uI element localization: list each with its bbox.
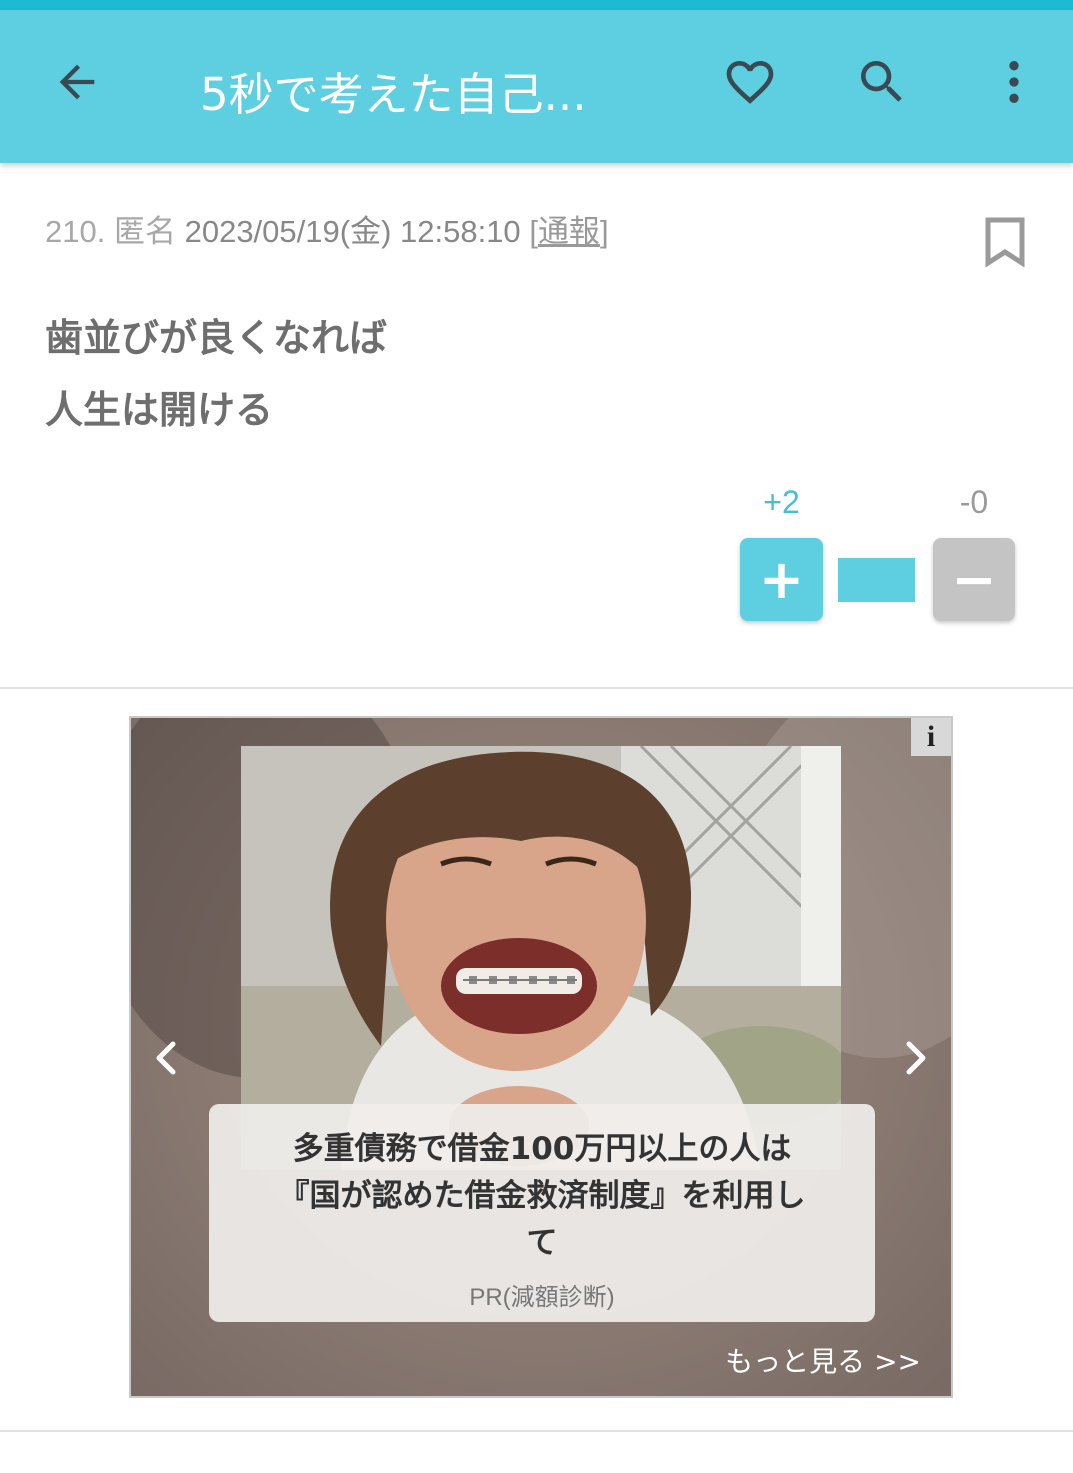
post-author: 匿名 [113,214,176,249]
status-strip [0,0,1073,10]
ad-banner[interactable]: i 多重債務で借金100万円以上の人は 『国が認めた借金救済制度』を利用し て … [129,716,953,1398]
post-body-line: 人生は開ける [45,388,274,432]
bookmark-button[interactable] [983,217,1027,268]
chevron-left-icon [156,1041,176,1075]
post-number: 210. [45,214,106,249]
minus-vote-button[interactable]: − [933,538,1015,621]
page-title: 5秒で考えた自己... [200,68,587,121]
ad-caption[interactable]: 多重債務で借金100万円以上の人は 『国が認めた借金救済制度』を利用し て PR… [209,1104,875,1322]
ad-headline-line: 『国が認めた借金救済制度』を利用し [278,1178,806,1214]
post-body-line: 歯並びが良くなれば [45,316,388,360]
ad-headline-line: 多重債務で借金100万円以上の人は [292,1131,792,1167]
search-icon [861,61,902,102]
divider [0,687,1073,689]
ad-more-link[interactable]: もっと見る >> [725,1340,921,1380]
ad-source: PR(減額診断) [469,1284,615,1311]
ad-prev-button[interactable] [149,1038,183,1078]
post-body: 歯並びが良くなれば 人生は開ける [45,302,945,446]
more-menu-button[interactable] [982,50,1046,114]
divider [0,1430,1073,1432]
more-vert-icon [1009,61,1019,103]
report-link[interactable]: 通報 [538,214,600,249]
post-timestamp: 2023/05/19(金) 12:58:10 [184,214,521,249]
ad-next-button[interactable] [899,1038,933,1078]
back-button[interactable] [45,50,109,114]
report-bracket-close: ] [599,214,609,249]
favorite-button[interactable] [718,50,782,114]
back-arrow-icon [59,64,95,100]
vote-ratio-fill [838,558,915,602]
app-bar: 5秒で考えた自己... [0,10,1073,163]
plus-vote-count: +2 [763,484,800,520]
bookmark-icon [985,217,1025,268]
report-bracket-open: [ [529,214,538,249]
ad-info-badge[interactable]: i [911,718,951,756]
ad-headline: 多重債務で借金100万円以上の人は 『国が認めた借金救済制度』を利用し て [209,1104,875,1267]
heart-icon [726,61,774,104]
minus-vote-count: -0 [959,484,989,520]
search-button[interactable] [850,50,914,114]
chevron-right-icon [906,1041,926,1075]
vote-ratio-bar [838,558,915,602]
post-meta: 210. 匿名 2023/05/19(金) 12:58:10 [通報] [45,210,609,254]
plus-vote-button[interactable]: + [740,538,823,621]
ad-headline-line: て [526,1225,558,1261]
